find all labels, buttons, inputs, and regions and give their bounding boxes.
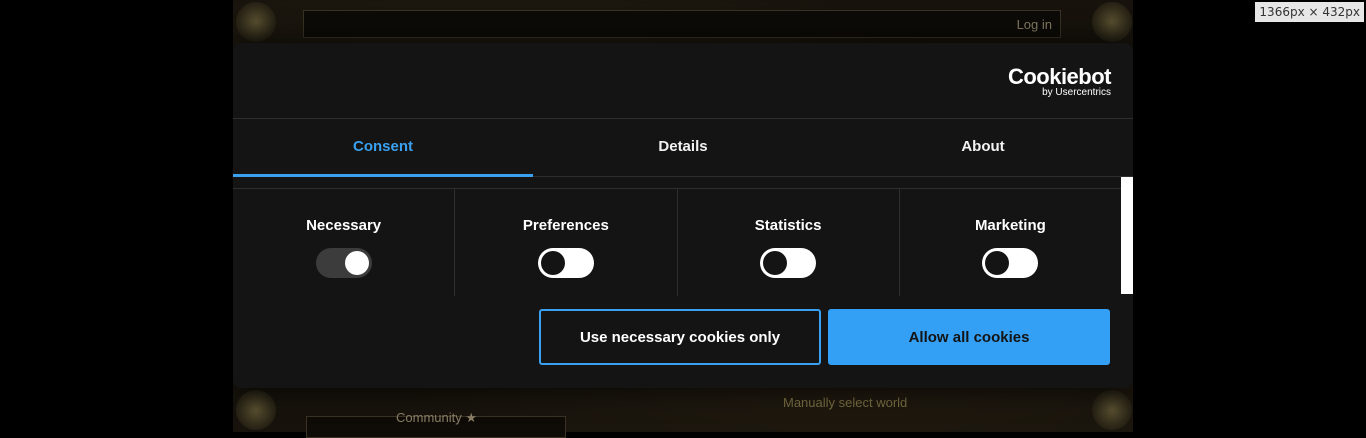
- toggle-knob: [344, 251, 369, 275]
- ornament-icon: [1092, 2, 1132, 42]
- category-marketing: Marketing: [900, 189, 1121, 296]
- category-label: Preferences: [522, 217, 609, 234]
- category-preferences: Preferences: [455, 189, 678, 296]
- preferences-toggle[interactable]: [537, 248, 594, 278]
- cookiebot-logo: Cookiebot by Usercentrics: [1007, 64, 1112, 99]
- toggle-knob: [763, 251, 788, 275]
- category-label: Statistics: [754, 217, 822, 234]
- logo-title: Cookiebot: [1007, 64, 1112, 89]
- category-label: Marketing: [974, 217, 1046, 234]
- allow-all-cookies-button[interactable]: Allow all cookies: [828, 309, 1110, 365]
- community-link[interactable]: Community ★: [396, 410, 477, 426]
- ornament-icon: [1092, 390, 1132, 430]
- toggle-knob: [540, 251, 565, 275]
- tab-bar: Consent Details About: [233, 119, 1133, 177]
- statistics-toggle[interactable]: [760, 248, 817, 278]
- tab-details[interactable]: Details: [533, 119, 833, 176]
- manual-world-link[interactable]: Manually select world: [783, 395, 907, 410]
- login-link[interactable]: Log in: [1017, 17, 1052, 32]
- necessary-toggle[interactable]: [315, 248, 372, 278]
- top-bar: Log in: [303, 10, 1061, 38]
- dialog-header: Cookiebot by Usercentrics: [233, 43, 1133, 119]
- scrollbar[interactable]: [1121, 177, 1133, 294]
- viewport-size-badge: 1366px × 432px: [1255, 2, 1364, 22]
- cookie-consent-dialog: Cookiebot by Usercentrics Consent Detail…: [233, 43, 1133, 388]
- category-necessary: Necessary: [233, 189, 456, 296]
- marketing-toggle[interactable]: [982, 248, 1039, 278]
- ornament-icon: [236, 2, 276, 42]
- ornament-icon: [236, 390, 276, 430]
- category-statistics: Statistics: [678, 189, 900, 296]
- category-label: Necessary: [306, 217, 382, 234]
- toggle-knob: [985, 251, 1010, 275]
- tab-about[interactable]: About: [833, 119, 1133, 176]
- tab-consent[interactable]: Consent: [233, 119, 533, 177]
- use-necessary-cookies-button[interactable]: Use necessary cookies only: [539, 309, 821, 365]
- consent-categories: Necessary Preferences Statistics Marketi…: [233, 188, 1121, 296]
